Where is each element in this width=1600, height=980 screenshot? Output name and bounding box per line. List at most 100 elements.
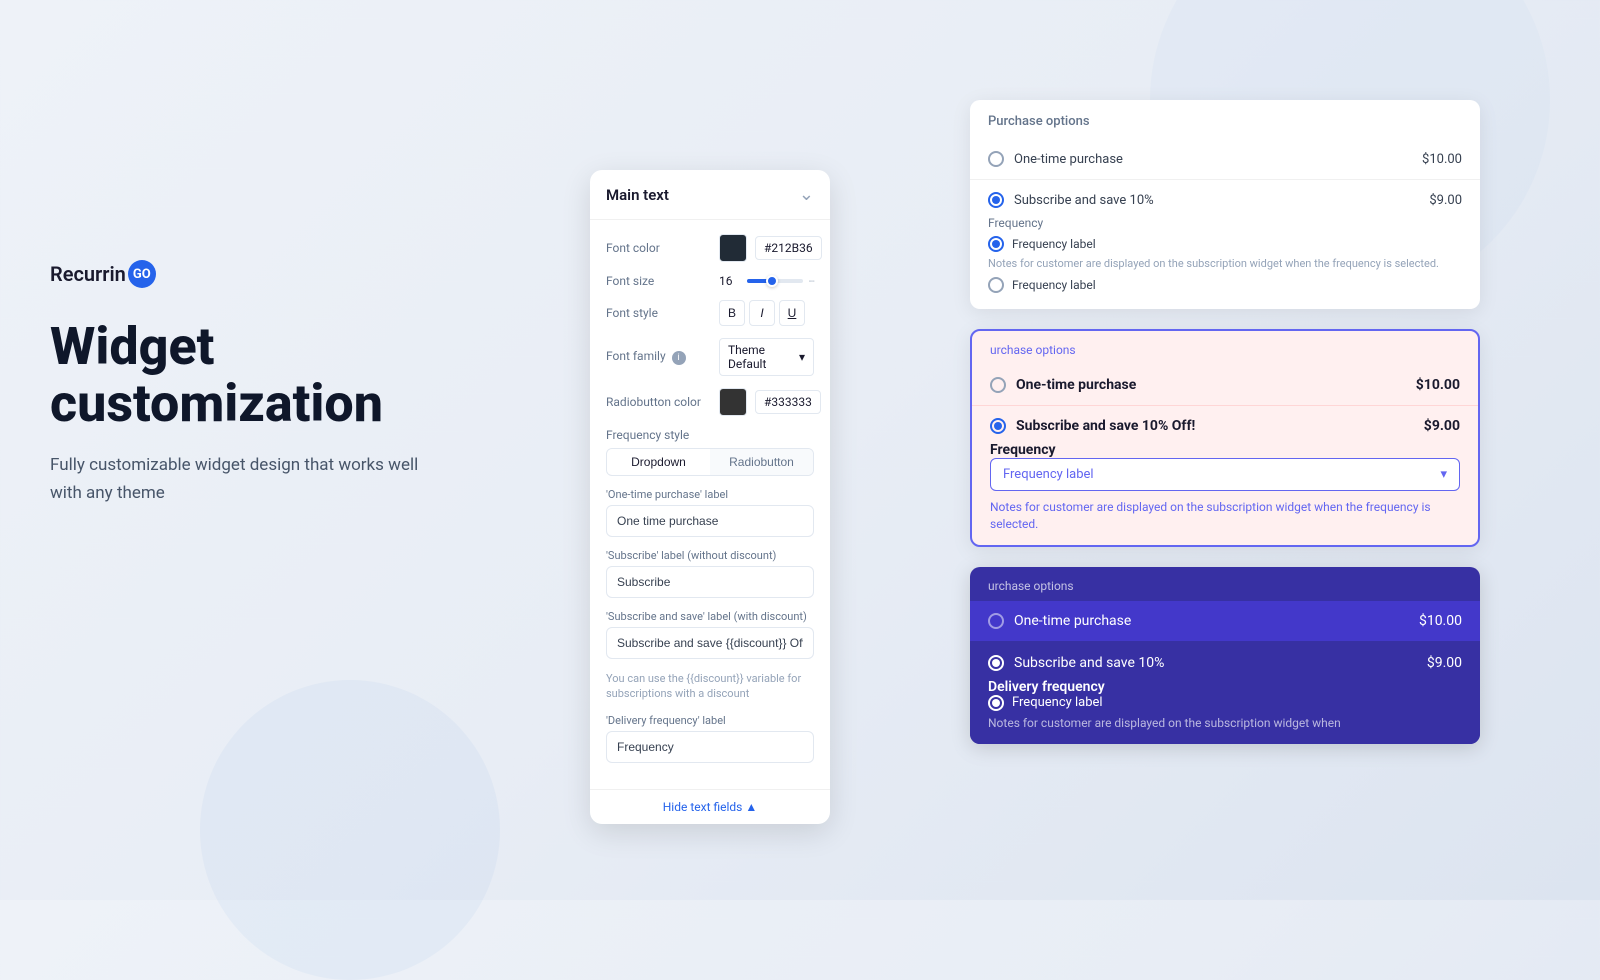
subscribe-radio-2[interactable]	[990, 418, 1006, 434]
subscribe-section-2: Subscribe and save 10% Off! $9.00 Freque…	[972, 406, 1478, 545]
notes-text-1: Notes for customer are displayed on the …	[988, 256, 1462, 271]
subscribe-label-group: 'Subscribe' label (without discount)	[606, 549, 814, 610]
delivery-freq-label-group: 'Delivery frequency' label	[606, 714, 814, 775]
frequency-title-1: Frequency	[988, 216, 1462, 230]
one-time-option-3: One-time purchase $10.00	[970, 601, 1480, 641]
customization-panel: Main text ⌄ Font color #212B36 Font size…	[590, 170, 830, 824]
one-time-text-2: One-time purchase	[1016, 377, 1136, 393]
font-family-label: Font family i	[606, 349, 711, 365]
subscribe-radio-3[interactable]	[988, 655, 1004, 671]
font-family-row: Font family i Theme Default ▾	[606, 338, 814, 376]
font-color-row: Font color #212B36	[606, 234, 814, 262]
slider-thumb	[766, 275, 778, 287]
subscribe-section-3: Subscribe and save 10% $9.00 Delivery fr…	[970, 643, 1480, 744]
subscribe-price-2: $9.00	[1424, 418, 1460, 434]
panel-expand-icon[interactable]: ⌄	[799, 184, 814, 205]
panel-body: Font color #212B36 Font size 16 ····· Fo…	[590, 220, 830, 789]
freq-option-3: Frequency label	[988, 695, 1462, 711]
notes-text-3: Notes for customer are displayed on the …	[988, 715, 1462, 732]
subscribe-save-label-title: 'Subscribe and save' label (with discoun…	[606, 610, 814, 623]
font-color-label: Font color	[606, 241, 711, 255]
one-time-text-1: One-time purchase	[1014, 152, 1123, 167]
chevron-down-pink: ▾	[1440, 467, 1447, 482]
panel-header: Main text ⌄	[590, 170, 830, 220]
font-style-label: Font style	[606, 306, 711, 320]
one-time-label-3: One-time purchase	[988, 613, 1131, 629]
freq-option-1b: Frequency label	[988, 277, 1462, 293]
subscribe-input[interactable]	[606, 566, 814, 598]
underline-button[interactable]: U	[779, 300, 805, 326]
delivery-freq-label-title: 'Delivery frequency' label	[606, 714, 814, 727]
subscribe-text-1: Subscribe and save 10%	[1014, 193, 1154, 208]
one-time-option-2: One-time purchase $10.00	[972, 365, 1478, 406]
font-family-value: Theme Default	[728, 343, 793, 371]
subscribe-label-1: Subscribe and save 10%	[988, 192, 1154, 208]
one-time-label-group: 'One-time purchase' label	[606, 488, 814, 549]
preview-title-2: urchase options	[972, 331, 1478, 365]
frequency-style-label: Frequency style	[606, 428, 814, 442]
freq-radio-1b[interactable]	[988, 277, 1004, 293]
one-time-text-3: One-time purchase	[1014, 613, 1131, 629]
hide-text-fields-link[interactable]: Hide text fields ▲	[590, 789, 830, 824]
freq-radio-3[interactable]	[988, 695, 1004, 711]
notes-text-2: Notes for customer are displayed on the …	[990, 499, 1460, 533]
subscribe-text-2: Subscribe and save 10% Off!	[1016, 418, 1195, 434]
font-style-row: Font style B I U	[606, 300, 814, 326]
bg-decoration-2	[200, 680, 500, 980]
bold-button[interactable]: B	[719, 300, 745, 326]
subscribe-row-1: Subscribe and save 10% $9.00	[988, 192, 1462, 208]
freq-radio-1a[interactable]	[988, 236, 1004, 252]
font-color-value[interactable]: #212B36	[755, 236, 822, 260]
one-time-price-2: $10.00	[1416, 377, 1460, 393]
one-time-price-3: $10.00	[1419, 613, 1462, 629]
subscribe-radio-1[interactable]	[988, 192, 1004, 208]
subscribe-label-3: Subscribe and save 10%	[988, 655, 1164, 671]
right-panels: Purchase options One-time purchase $10.0…	[970, 100, 1480, 764]
chevron-down-icon: ▾	[799, 350, 805, 364]
one-time-option-1: One-time purchase $10.00	[970, 139, 1480, 180]
one-time-label-2: One-time purchase	[990, 377, 1136, 393]
subscribe-label-title: 'Subscribe' label (without discount)	[606, 549, 814, 562]
font-size-label: Font size	[606, 274, 711, 288]
freq-title-2: Frequency	[990, 442, 1460, 458]
subscribe-save-input[interactable]	[606, 627, 814, 659]
subscribe-row-2: Subscribe and save 10% Off! $9.00	[990, 418, 1460, 434]
radiobutton-toggle[interactable]: Radiobutton	[710, 449, 813, 475]
freq-text-1b: Frequency label	[1012, 278, 1096, 292]
preview-panel-dark: urchase options One-time purchase $10.00…	[970, 567, 1480, 744]
page-subtitle: Fully customizable widget design that wo…	[50, 452, 430, 506]
freq-title-3: Delivery frequency	[988, 679, 1462, 695]
info-icon: i	[672, 351, 686, 365]
one-time-radio-3[interactable]	[988, 613, 1004, 629]
one-time-radio-2[interactable]	[990, 377, 1006, 393]
dropdown-toggle[interactable]: Dropdown	[607, 449, 710, 475]
preview-panel-white: Purchase options One-time purchase $10.0…	[970, 100, 1480, 309]
subscribe-save-label-group: 'Subscribe and save' label (with discoun…	[606, 610, 814, 702]
font-size-value: 16	[719, 274, 741, 288]
subscribe-price-3: $9.00	[1427, 655, 1462, 671]
radiobutton-color-swatch[interactable]	[719, 388, 747, 416]
radiobutton-color-value[interactable]: #333333	[755, 390, 821, 414]
one-time-label-title: 'One-time purchase' label	[606, 488, 814, 501]
delivery-freq-input[interactable]	[606, 731, 814, 763]
subscribe-price-1: $9.00	[1429, 193, 1462, 208]
logo: Recurrin GO	[50, 260, 500, 288]
font-size-row: Font size 16 ·····	[606, 274, 814, 288]
one-time-radio-1[interactable]	[988, 151, 1004, 167]
freq-select-value-2: Frequency label	[1003, 467, 1094, 482]
freq-select-2[interactable]: Frequency label ▾	[990, 458, 1460, 491]
subscribe-label-2: Subscribe and save 10% Off!	[990, 418, 1195, 434]
one-time-input[interactable]	[606, 505, 814, 537]
left-panel: Recurrin GO Widgetcustomization Fully cu…	[50, 260, 500, 507]
one-time-label-1: One-time purchase	[988, 151, 1123, 167]
preview-title-3: urchase options	[970, 567, 1480, 601]
preview-panel-pink: urchase options One-time purchase $10.00…	[970, 329, 1480, 547]
font-size-slider[interactable]	[747, 279, 803, 283]
preview-title-1: Purchase options	[970, 100, 1480, 139]
radiobutton-color-row: Radiobutton color #333333	[606, 388, 814, 416]
panel-title: Main text	[606, 186, 669, 204]
font-family-select[interactable]: Theme Default ▾	[719, 338, 814, 376]
font-style-buttons: B I U	[719, 300, 805, 326]
italic-button[interactable]: I	[749, 300, 775, 326]
font-color-swatch[interactable]	[719, 234, 747, 262]
